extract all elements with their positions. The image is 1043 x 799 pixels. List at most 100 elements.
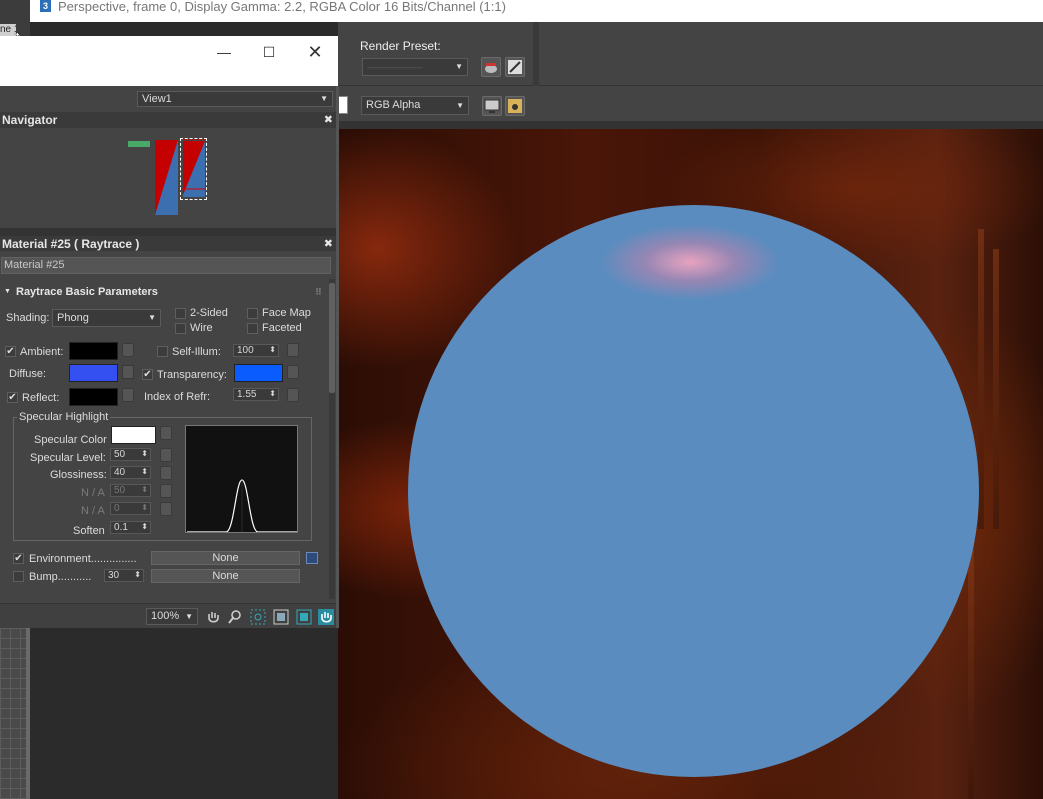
pan-mode-icon[interactable] bbox=[318, 609, 334, 625]
specular-color-swatch[interactable] bbox=[111, 426, 156, 444]
diffuse-map-button[interactable] bbox=[122, 365, 134, 379]
panel-scrollbar[interactable] bbox=[329, 279, 335, 599]
save-image-button[interactable] bbox=[505, 96, 525, 116]
soften-spinner[interactable]: 0.1 ⬍ bbox=[110, 521, 151, 534]
reflect-map-button[interactable] bbox=[122, 388, 134, 402]
close-icon[interactable]: ✖ bbox=[324, 236, 333, 252]
na-value-1: 50 bbox=[114, 485, 126, 496]
channel-value: RGB Alpha bbox=[366, 99, 421, 111]
channel-color-swatch[interactable] bbox=[338, 96, 348, 114]
specular-level-label: Specular Level: bbox=[30, 452, 106, 464]
spinner-arrows-icon[interactable]: ⬍ bbox=[141, 466, 148, 477]
view-dropdown-value: View1 bbox=[142, 93, 172, 105]
close-icon[interactable]: ✖ bbox=[324, 112, 333, 128]
na-value-2: 0 bbox=[114, 503, 120, 514]
na-label-2: N / A bbox=[81, 505, 105, 517]
ior-map-button[interactable] bbox=[287, 388, 299, 402]
two-sided-checkbox[interactable] bbox=[175, 308, 186, 319]
toolbar-divider bbox=[338, 121, 1043, 129]
chevron-down-icon: ▼ bbox=[185, 612, 193, 621]
na-map-button-2 bbox=[160, 502, 172, 516]
ior-label: Index of Refr: bbox=[144, 391, 211, 403]
display-toggle-button[interactable] bbox=[482, 96, 502, 116]
ambient-checkbox[interactable]: ✔ bbox=[5, 346, 16, 357]
viewport-border bbox=[26, 628, 30, 799]
shading-dropdown[interactable]: Phong ▼ bbox=[52, 309, 161, 327]
pan-hand-icon[interactable] bbox=[205, 609, 221, 625]
specular-color-map-button[interactable] bbox=[160, 426, 172, 440]
na-spinner-2: 0 ⬍ bbox=[110, 502, 151, 515]
specular-highlight-title: Specular Highlight bbox=[17, 410, 111, 424]
environment-map-button[interactable]: None bbox=[151, 551, 300, 565]
material-title: Material #25 ( Raytrace ) bbox=[2, 237, 140, 251]
environment-effects-button[interactable] bbox=[505, 57, 525, 77]
editor-status-bar: 100% ▼ bbox=[0, 603, 338, 628]
material-editor-titlebar[interactable]: — ☐ ✕ bbox=[0, 36, 338, 86]
material-parameter-panel: Material #25 ▼ Raytrace Basic Parameters… bbox=[0, 251, 338, 628]
material-name-field[interactable]: Material #25 bbox=[1, 257, 331, 274]
bump-map-button[interactable]: None bbox=[151, 569, 300, 583]
close-icon[interactable]: ✕ bbox=[305, 42, 325, 62]
transparency-color-swatch[interactable] bbox=[234, 364, 283, 382]
navigator-node[interactable] bbox=[128, 141, 150, 147]
bump-spinner[interactable]: 30 ⬍ bbox=[104, 569, 144, 582]
spinner-arrows-icon[interactable]: ⬍ bbox=[134, 569, 141, 580]
transparency-map-button[interactable] bbox=[287, 365, 299, 379]
ior-spinner[interactable]: 1.55 ⬍ bbox=[233, 388, 279, 401]
ambient-map-button[interactable] bbox=[122, 343, 134, 357]
spinner-arrows-icon[interactable]: ⬍ bbox=[269, 388, 276, 399]
ambient-color-swatch[interactable] bbox=[69, 342, 118, 360]
faceted-checkbox[interactable] bbox=[247, 323, 258, 334]
collapse-triangle-icon: ▼ bbox=[4, 288, 11, 295]
navigator-panel-title[interactable]: Navigator ✖ bbox=[0, 112, 338, 128]
shading-value: Phong bbox=[57, 312, 89, 324]
channel-dropdown[interactable]: RGB Alpha ▼ bbox=[361, 96, 469, 115]
wire-checkbox[interactable] bbox=[175, 323, 186, 334]
face-map-checkbox[interactable] bbox=[247, 308, 258, 319]
material-panel-title[interactable]: Material #25 ( Raytrace ) ✖ bbox=[0, 236, 338, 251]
transparency-checkbox[interactable]: ✔ bbox=[142, 369, 153, 380]
environment-checkbox[interactable]: ✔ bbox=[13, 553, 24, 564]
maximize-icon[interactable]: ☐ bbox=[259, 42, 279, 62]
spinner-arrows-icon[interactable]: ⬍ bbox=[269, 344, 276, 355]
spinner-arrows-icon[interactable]: ⬍ bbox=[141, 521, 148, 532]
specular-level-map-button[interactable] bbox=[160, 448, 172, 462]
na-spinner-1: 50 ⬍ bbox=[110, 484, 151, 497]
bump-checkbox[interactable] bbox=[13, 571, 24, 582]
render-preset-dropdown[interactable]: --------------------- ▼ bbox=[362, 58, 468, 76]
spinner-arrows-icon[interactable]: ⬍ bbox=[141, 448, 148, 459]
zoom-extents-icon[interactable] bbox=[273, 609, 289, 625]
zoom-dropdown[interactable]: 100% ▼ bbox=[146, 608, 198, 625]
lock-icon[interactable] bbox=[306, 552, 318, 564]
self-illum-map-button[interactable] bbox=[287, 343, 299, 357]
soften-value: 0.1 bbox=[114, 522, 128, 533]
navigator-viewport-frame[interactable] bbox=[180, 138, 207, 200]
scrollbar-thumb[interactable] bbox=[329, 283, 335, 393]
reflect-checkbox[interactable]: ✔ bbox=[7, 392, 18, 403]
navigator-panel[interactable] bbox=[0, 128, 338, 228]
glossiness-value: 40 bbox=[114, 467, 126, 478]
render-setup-button[interactable] bbox=[481, 57, 501, 77]
chevron-down-icon: ▼ bbox=[456, 101, 464, 110]
self-illum-spinner[interactable]: 100 ⬍ bbox=[233, 344, 279, 357]
render-window-titlebar[interactable]: 3 Perspective, frame 0, Display Gamma: 2… bbox=[30, 0, 1043, 22]
reflect-color-swatch[interactable] bbox=[69, 388, 118, 406]
glossiness-map-button[interactable] bbox=[160, 466, 172, 480]
render-toolbar: Render Preset: --------------------- ▼ bbox=[338, 22, 1043, 86]
teapot-icon bbox=[485, 63, 497, 73]
specular-level-spinner[interactable]: 50 ⬍ bbox=[110, 448, 151, 461]
minimize-icon[interactable]: — bbox=[214, 42, 234, 62]
specular-level-value: 50 bbox=[114, 449, 126, 460]
rendered-image bbox=[338, 129, 1043, 799]
zoom-region-icon[interactable] bbox=[250, 609, 266, 625]
reflect-label: Reflect: bbox=[22, 392, 60, 404]
zoom-extents-selected-icon[interactable] bbox=[296, 609, 312, 625]
view-dropdown[interactable]: View1 ▼ bbox=[137, 91, 333, 107]
self-illum-checkbox[interactable] bbox=[157, 346, 168, 357]
glossiness-spinner[interactable]: 40 ⬍ bbox=[110, 466, 151, 479]
waterfall-streak bbox=[993, 249, 999, 529]
max-app-icon: 3 bbox=[40, 0, 51, 12]
diffuse-color-swatch[interactable] bbox=[69, 364, 118, 382]
zoom-icon[interactable] bbox=[227, 609, 243, 625]
raytrace-basic-rollout-header[interactable]: ▼ Raytrace Basic Parameters ⠿ bbox=[0, 284, 326, 300]
